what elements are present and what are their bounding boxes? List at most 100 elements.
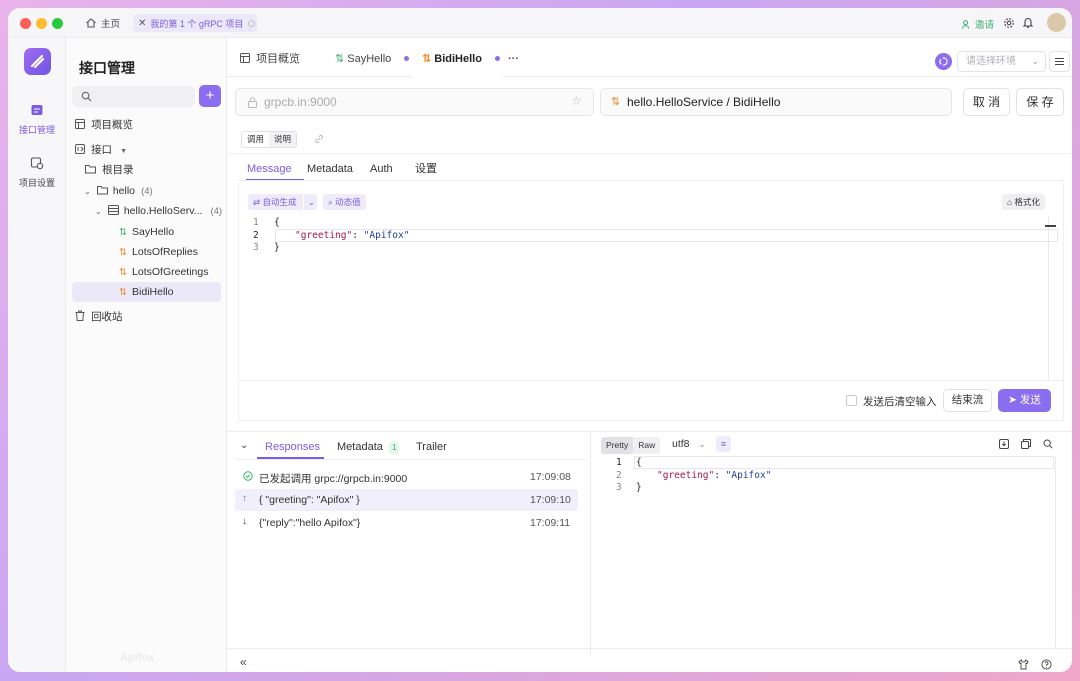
- refresh-icon: [247, 19, 256, 28]
- env-sync-icon[interactable]: [935, 53, 952, 70]
- caret-down-icon[interactable]: ▼: [120, 148, 127, 155]
- auto-generate-button[interactable]: ⇄ 自动生成 ⌄: [248, 194, 318, 210]
- tab-metadata[interactable]: Metadata: [307, 162, 353, 176]
- chevron-down-icon[interactable]: ⌄: [302, 194, 315, 210]
- rail-item-api-management[interactable]: 接口管理: [8, 103, 66, 136]
- sidebar-item-root[interactable]: 根目录: [85, 160, 134, 180]
- search-icon[interactable]: [1043, 439, 1053, 449]
- response-message-row[interactable]: 已发起调用 grpc://grpcb.in:9000 17:09:08: [235, 466, 587, 488]
- panel-divider[interactable]: [590, 432, 591, 656]
- settings-gear-icon[interactable]: [1003, 17, 1015, 29]
- project-tab[interactable]: ✕ 我的第 1 个 gRPC 项目: [133, 14, 257, 32]
- chevron-down-icon[interactable]: ⌄: [95, 207, 102, 216]
- save-button[interactable]: 保 存: [1016, 88, 1064, 116]
- home-tab[interactable]: 主页: [85, 16, 120, 30]
- chevron-down-icon: ⌄: [698, 439, 706, 449]
- mode-call-tab[interactable]: 调用: [242, 132, 270, 147]
- editor-scrollbar[interactable]: [1048, 217, 1049, 379]
- sidebar-method-bidihello[interactable]: ⇅ BidiHello: [119, 282, 173, 302]
- service-path-display[interactable]: ⇅ hello.HelloService / BidiHello: [600, 88, 952, 116]
- mode-docs-tab[interactable]: 说明: [269, 132, 297, 147]
- menu-button[interactable]: [1049, 51, 1070, 72]
- code-editor[interactable]: 1 { 2 "greeting": "Apifox" 3 }: [239, 217, 1058, 255]
- env-select[interactable]: 请选择环境 ⌄: [957, 51, 1046, 72]
- send-button[interactable]: ➤ 发送: [998, 389, 1051, 412]
- tab-response-metadata[interactable]: Metadata 1: [337, 440, 400, 455]
- sidebar-search-input[interactable]: [72, 86, 195, 107]
- url-input[interactable]: grpcb.in:9000 ☆: [235, 88, 594, 116]
- collapse-chevron-icon[interactable]: ⌄: [240, 440, 248, 451]
- tab-message[interactable]: Message: [247, 162, 292, 176]
- rail-item-project-settings[interactable]: 项目设置: [8, 156, 66, 189]
- copy-icon[interactable]: [1021, 439, 1031, 449]
- link-icon[interactable]: [314, 134, 324, 144]
- minimize-window-button[interactable]: [36, 18, 47, 29]
- root-label: 根目录: [102, 164, 134, 176]
- app-window: 主页 ✕ 我的第 1 个 gRPC 项目 邀请 接口管理 项目设置 接口管理 +…: [8, 8, 1072, 672]
- trash-icon: [75, 310, 85, 321]
- dynamic-value-button[interactable]: ⌕ 动态值: [323, 194, 366, 210]
- sidebar-item-interfaces[interactable]: 接口 ▼: [75, 140, 127, 160]
- sidebar-method-lotsofreplies[interactable]: ⇅ LotsOfReplies: [119, 242, 198, 262]
- search-icon: [81, 91, 92, 102]
- close-window-button[interactable]: [20, 18, 31, 29]
- shirt-icon[interactable]: [1018, 659, 1029, 670]
- maximize-window-button[interactable]: [52, 18, 63, 29]
- response-message-row[interactable]: ↓ {"reply":"hello Apifox"} 17:09:11: [235, 512, 587, 534]
- sidebar-item-overview[interactable]: 项目概览: [75, 115, 133, 135]
- raw-mode-button[interactable]: Raw: [633, 437, 660, 454]
- help-icon[interactable]: [1041, 659, 1052, 670]
- unsaved-dot: [404, 56, 410, 61]
- lock-icon: [248, 97, 257, 108]
- sidebar-method-lotsofgreetings[interactable]: ⇅ LotsOfGreetings: [119, 262, 208, 282]
- cancel-button[interactable]: 取 消: [963, 88, 1010, 116]
- sidebar-item-hello[interactable]: ⌄ hello (4): [84, 181, 153, 201]
- env-placeholder: 请选择环境: [966, 56, 1016, 67]
- sidebar-item-service[interactable]: ⌄ hello.HelloServ... (4): [95, 201, 222, 221]
- watermark-logo: Apifox: [120, 652, 155, 664]
- viewer-scrollbar[interactable]: [1055, 457, 1056, 647]
- tab-overview[interactable]: 项目概览: [240, 52, 300, 66]
- wrap-lines-icon[interactable]: ≡: [716, 436, 731, 452]
- folder-icon: [85, 164, 96, 174]
- tab-request-settings[interactable]: 设置: [415, 162, 437, 176]
- tab-bar: 项目概览 ⇅ SayHello ⇅ BidiHello ··· 请选择环境 ⌄: [227, 38, 1072, 77]
- title-bar: 主页 ✕ 我的第 1 个 gRPC 项目 邀请: [8, 8, 1072, 38]
- format-icon: ⌂: [1007, 197, 1013, 207]
- main-panel: 项目概览 ⇅ SayHello ⇅ BidiHello ··· 请选择环境 ⌄: [227, 38, 1072, 672]
- encoding-select[interactable]: utf8 ⌄: [672, 438, 706, 450]
- close-tab-icon[interactable]: ✕: [138, 18, 146, 29]
- wand-icon: ⌕: [328, 197, 333, 207]
- format-button[interactable]: ⌂ 格式化: [1002, 194, 1046, 210]
- sidebar-item-trash[interactable]: 回收站: [75, 307, 123, 327]
- json-sep: :: [352, 229, 364, 241]
- tab-sayhello[interactable]: ⇅ SayHello: [335, 52, 410, 66]
- code-line: }: [274, 242, 280, 253]
- code-line: {: [636, 457, 642, 468]
- star-icon[interactable]: ☆: [571, 94, 582, 108]
- format-label: 格式化: [1014, 197, 1041, 207]
- tab-responses[interactable]: Responses: [265, 440, 320, 454]
- stream-icon: ⇅: [119, 247, 127, 258]
- pretty-mode-button[interactable]: Pretty: [601, 437, 634, 454]
- collapse-sidebar-icon[interactable]: «: [240, 655, 247, 669]
- avatar[interactable]: [1047, 13, 1066, 32]
- tab-trailer[interactable]: Trailer: [416, 440, 447, 454]
- message-text: 已发起调用 grpc://grpcb.in:9000: [259, 473, 408, 485]
- end-stream-button[interactable]: 结束流: [943, 389, 992, 412]
- interfaces-label: 接口: [91, 144, 113, 156]
- sidebar-method-sayhello[interactable]: ⇅ SayHello: [119, 222, 174, 242]
- chevron-down-icon[interactable]: ⌄: [84, 187, 91, 196]
- bell-icon[interactable]: [1022, 16, 1034, 29]
- tab-auth[interactable]: Auth: [370, 162, 393, 176]
- clear-after-send-checkbox[interactable]: [846, 395, 857, 406]
- response-viewer[interactable]: 1 { 2 "greeting": "Apifox" 3 }: [601, 456, 1056, 495]
- invite-button[interactable]: 邀请: [961, 17, 994, 31]
- add-button[interactable]: +: [199, 85, 221, 107]
- download-icon[interactable]: [999, 439, 1009, 449]
- trash-label: 回收站: [91, 311, 123, 323]
- divider: [227, 153, 1072, 154]
- more-tabs-button[interactable]: ···: [508, 52, 519, 66]
- response-message-row-selected[interactable]: ↑ { "greeting": "Apifox" } 17:09:10: [235, 489, 578, 511]
- tab-bidihello[interactable]: ⇅ BidiHello: [422, 52, 501, 66]
